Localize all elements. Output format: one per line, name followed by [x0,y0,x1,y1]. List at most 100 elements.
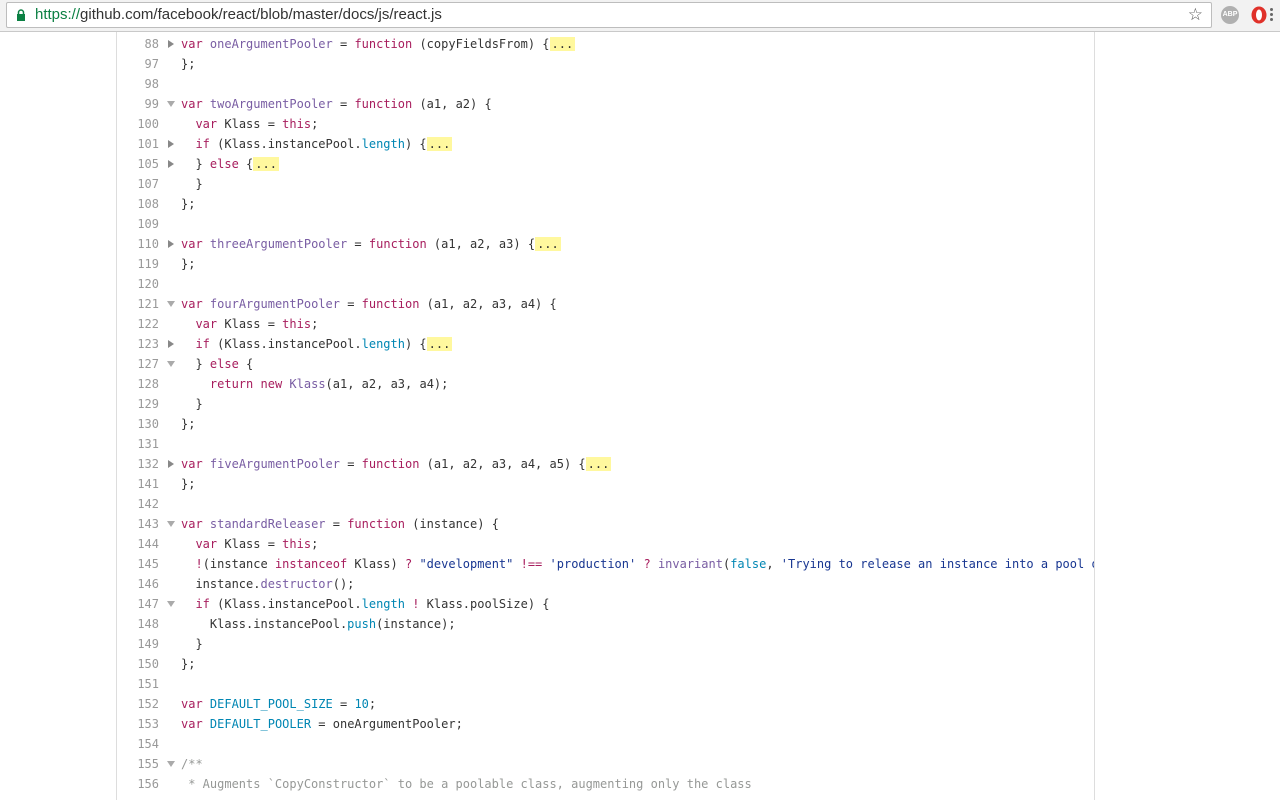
fold-placeholder[interactable]: ... [549,37,576,51]
code-text: } else { [181,357,254,371]
line-number[interactable]: 146 [117,574,159,594]
line-number[interactable]: 105 [117,154,159,174]
line-number[interactable]: 101 [117,134,159,154]
code-text: }; [181,477,196,491]
address-bar[interactable]: https://github.com/facebook/react/blob/m… [6,2,1212,28]
line-number[interactable]: 132 [117,454,159,474]
line-number[interactable]: 149 [117,634,159,654]
code-text: } [181,397,203,411]
line-number[interactable]: 98 [117,74,159,94]
fold-collapse-icon[interactable] [167,301,175,307]
line-number[interactable]: 119 [117,254,159,274]
fold-expand-icon[interactable] [168,40,174,48]
fold-expand-icon[interactable] [168,140,174,148]
code-text: instance.destructor(); [181,577,355,591]
opera-icon[interactable] [1250,6,1268,24]
code-text: var standardReleaser = function (instanc… [181,517,499,531]
line-number[interactable]: 153 [117,714,159,734]
line-number[interactable]: 88 [117,34,159,54]
line-number[interactable]: 129 [117,394,159,414]
code-text: } [181,177,203,191]
line-number[interactable]: 156 [117,774,159,794]
line-number[interactable]: 127 [117,354,159,374]
code-line: 150}; [117,654,1094,674]
code-line: 143 var standardReleaser = function (inst… [117,514,1094,534]
code-line: 122 var Klass = this; [117,314,1094,334]
fold-expand-icon[interactable] [168,340,174,348]
fold-placeholder[interactable]: ... [426,337,453,351]
line-number[interactable]: 128 [117,374,159,394]
line-number[interactable]: 155 [117,754,159,774]
code-line: 105 } else {... [117,154,1094,174]
line-number[interactable]: 141 [117,474,159,494]
fold-expand-icon[interactable] [168,460,174,468]
fold-placeholder[interactable]: ... [426,137,453,151]
code-line: 154 [117,734,1094,754]
line-number[interactable]: 147 [117,594,159,614]
fold-collapse-icon[interactable] [167,361,175,367]
code-text: var DEFAULT_POOL_SIZE = 10; [181,697,377,711]
adblock-plus-icon[interactable]: ABP [1221,6,1239,24]
line-number[interactable]: 122 [117,314,159,334]
line-number[interactable]: 97 [117,54,159,74]
line-number[interactable]: 154 [117,734,159,754]
code-line: 153 var DEFAULT_POOLER = oneArgumentPoole… [117,714,1094,734]
line-number[interactable]: 131 [117,434,159,454]
line-number[interactable]: 108 [117,194,159,214]
fold-collapse-icon[interactable] [167,601,175,607]
fold-placeholder[interactable]: ... [585,457,612,471]
fold-placeholder[interactable]: ... [535,237,561,251]
code-text: var fiveArgumentPooler = function (a1, a… [181,457,612,471]
fold-collapse-icon[interactable] [167,521,175,527]
line-number[interactable]: 120 [117,274,159,294]
line-number[interactable]: 107 [117,174,159,194]
code-viewer: 88 var oneArgumentPooler = function (copy… [116,32,1095,800]
fold-expand-icon[interactable] [168,240,174,248]
line-number[interactable]: 123 [117,334,159,354]
code-line: 141}; [117,474,1094,494]
line-number[interactable]: 144 [117,534,159,554]
code-text: Klass.instancePool.push(instance); [181,617,456,631]
fold-expand-icon[interactable] [168,160,174,168]
code-line: 100 var Klass = this; [117,114,1094,134]
code-text: }; [181,197,196,211]
line-number[interactable]: 110 [117,234,159,254]
code-text: } else {... [181,157,279,171]
line-number[interactable]: 145 [117,554,159,574]
code-line: 131 [117,434,1094,454]
kebab-menu-icon[interactable] [1270,8,1273,23]
code-line: 149 } [117,634,1094,654]
line-number[interactable]: 121 [117,294,159,314]
line-number[interactable]: 151 [117,674,159,694]
code-line: 110 var threeArgumentPooler = function (a… [117,234,1094,254]
line-number[interactable]: 148 [117,614,159,634]
code-text: return new Klass(a1, a2, a3, a4); [209,377,449,391]
code-line: 142 [117,494,1094,514]
fold-placeholder[interactable]: ... [253,157,279,171]
code-line: 130}; [117,414,1094,434]
code-text: if (Klass.instancePool.length ! Klass.po… [195,597,550,611]
line-number[interactable]: 99 [117,94,159,114]
line-number[interactable]: 143 [117,514,159,534]
line-number[interactable]: 150 [117,654,159,674]
code-line: 120 [117,274,1094,294]
code-line: 98 [117,74,1094,94]
code-line: 156 * Augments `CopyConstructor` to be a… [117,774,1094,794]
line-number[interactable]: 142 [117,494,159,514]
code-line: 144 var Klass = this; [117,534,1094,554]
code-line: 107 } [117,174,1094,194]
star-icon[interactable]: ☆ [1188,5,1203,25]
code-line: 147 if (Klass.instancePool.length ! Klas… [117,594,1094,614]
line-number[interactable]: 130 [117,414,159,434]
lock-icon [17,9,25,21]
browser-toolbar: https://github.com/facebook/react/blob/m… [0,0,1280,32]
line-number[interactable]: 109 [117,214,159,234]
url-text[interactable]: https://github.com/facebook/react/blob/m… [35,6,442,23]
code-line: 123 if (Klass.instancePool.length) {... [117,334,1094,354]
url-path: github.com/facebook/react/blob/master/do… [80,6,442,23]
fold-collapse-icon[interactable] [167,101,175,107]
fold-collapse-icon[interactable] [167,761,175,767]
code-text: var Klass = this; [195,317,319,331]
line-number[interactable]: 152 [117,694,159,714]
line-number[interactable]: 100 [117,114,159,134]
